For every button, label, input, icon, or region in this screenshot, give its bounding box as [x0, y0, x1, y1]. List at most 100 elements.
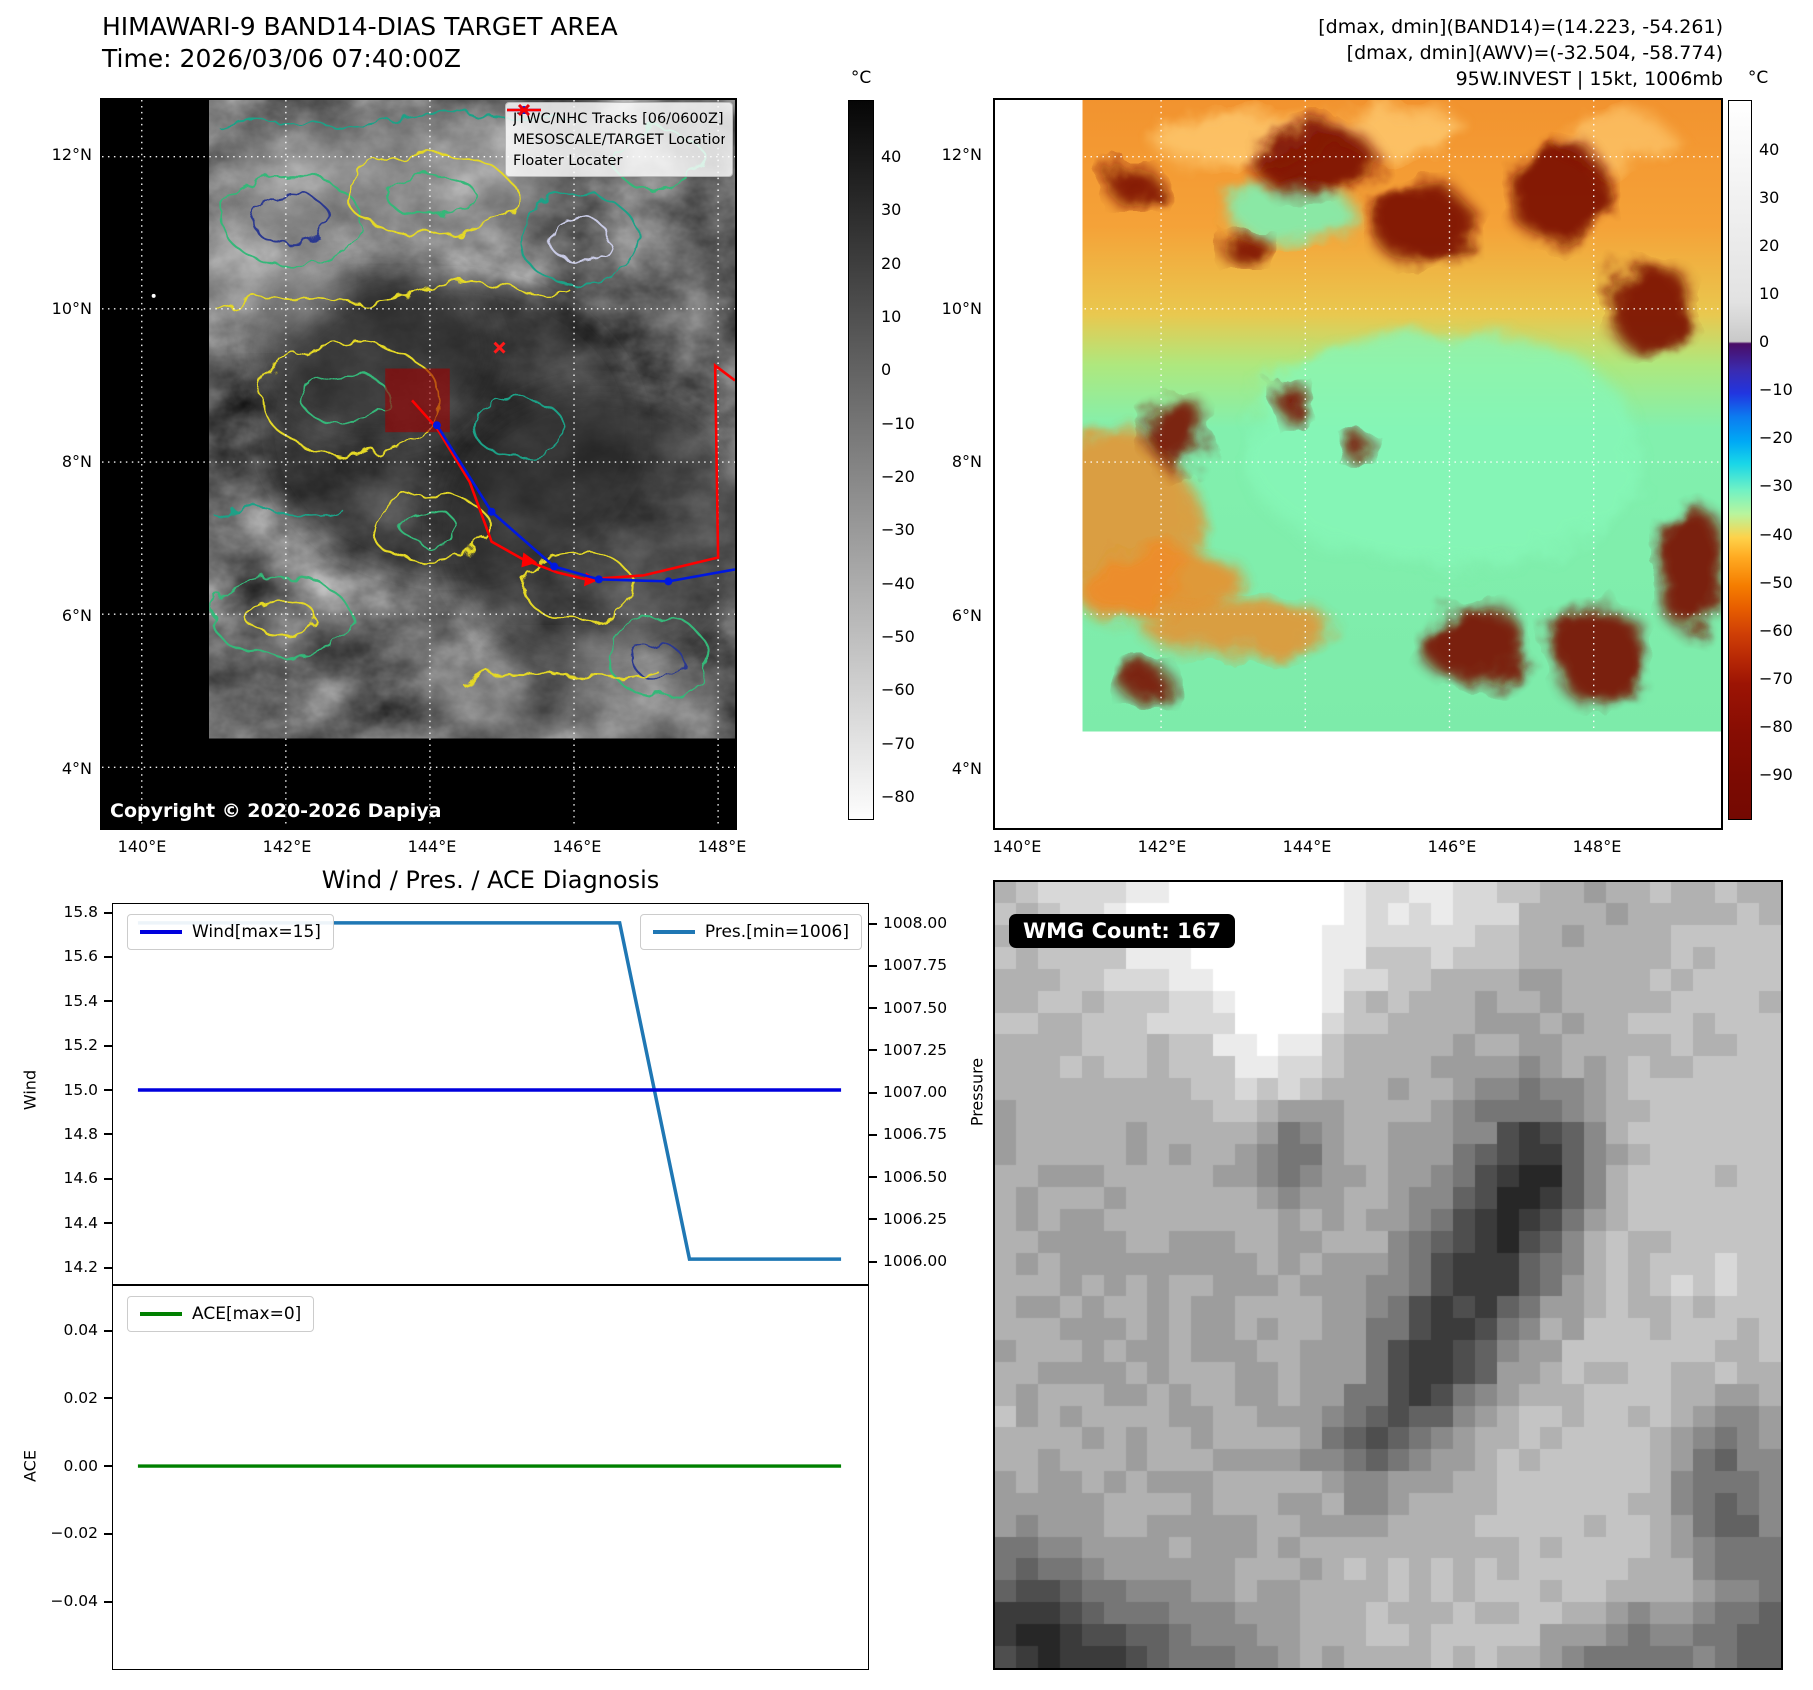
colorbar-tick-label: 40: [1759, 140, 1780, 159]
colorbar-tick-label: −80: [881, 786, 915, 806]
colorbar-tick-label: −60: [1759, 620, 1793, 640]
lon-tick-label: 144°E: [407, 837, 457, 856]
colorbar-tick-label: 30: [1759, 188, 1780, 208]
wind-tick-label: 15.2: [63, 1037, 112, 1054]
wind-legend-label: Wind[max=15]: [192, 922, 321, 942]
lon-tick-label: 142°E: [262, 837, 312, 856]
pressure-line-icon: [652, 930, 695, 934]
colorbar-tick-label: −60: [881, 680, 915, 700]
colorbar-tick-label: 20: [881, 253, 902, 273]
colorbar-tick-label: 30: [881, 200, 902, 220]
wmg-panel: WMG Count: 167: [993, 880, 1783, 1670]
lat-tick-label: 10°N: [51, 298, 92, 318]
colorbar-tick-label: −90: [1759, 764, 1793, 784]
colorbar-tick-label: −70: [881, 733, 915, 753]
lat-tick-label: 4°N: [61, 759, 92, 778]
pressure-tick-label: 1007.00: [869, 1084, 947, 1101]
awv-annotations: [dmax, dmin](BAND14)=(14.223, -54.261) [d…: [1318, 14, 1723, 92]
wind-legend: Wind[max=15]: [127, 914, 334, 950]
band14-lon-axis: 140°E 142°E 144°E 146°E 148°E: [110, 838, 754, 856]
wind-tick-label: 14.2: [63, 1259, 112, 1276]
lon-tick-label: 148°E: [1572, 837, 1622, 856]
pressure-tick-label: 1007.75: [869, 957, 947, 974]
awv-colorbar: [1728, 100, 1752, 820]
lat-tick-label: 10°N: [941, 298, 982, 318]
pressure-tick-label: 1006.25: [869, 1210, 947, 1228]
ace-axis-label: ACE: [20, 1450, 40, 1482]
ace-tick-label: 0.00: [63, 1457, 112, 1475]
lat-tick-label: 6°N: [61, 605, 92, 625]
wind-tick-label: 14.4: [63, 1214, 112, 1232]
band14-lat-axis: 12°N 10°N 8°N 6°N 4°N: [30, 98, 92, 830]
ace-legend-label: ACE[max=0]: [192, 1304, 302, 1324]
band14-panel-title: HIMAWARI-9 BAND14-DIAS TARGET AREA: [102, 12, 618, 41]
wind-axis-label: Wind: [20, 1069, 40, 1111]
pressure-axis-label: Pressure: [967, 1057, 987, 1127]
band14-colorbar: [848, 100, 874, 820]
pressure-tick-label: 1006.00: [869, 1253, 947, 1270]
wind-line-icon: [140, 930, 182, 934]
colorbar-tick-label: −30: [881, 520, 915, 540]
colorbar-tick-label: −50: [881, 626, 915, 646]
pressure-tick-label: 1008.00: [869, 915, 947, 932]
colorbar-tick-label: −50: [1759, 572, 1793, 592]
band14-imagery: [102, 100, 735, 828]
pressure-tick-label: 1007.25: [869, 1041, 947, 1059]
copyright-text: Copyright © 2020-2026 Dapiya: [110, 800, 442, 822]
band14-map: JTWC/NHC Tracks [06/0600Z] MESOSCALE/TAR…: [100, 98, 737, 830]
awv-lon-axis: 140°E 142°E 144°E 146°E 148°E: [985, 838, 1629, 856]
pressure-legend-label: Pres.[min=1006]: [704, 922, 849, 942]
colorbar-tick-label: −40: [881, 573, 915, 593]
wind-tick-label: 14.6: [63, 1170, 112, 1187]
ace-tick-label: −0.04: [51, 1593, 113, 1610]
ace-tick-label: 0.02: [63, 1389, 112, 1407]
wind-tick-label: 15.6: [63, 948, 112, 965]
annotation-line: 95W.INVEST | 15kt, 1006mb: [1455, 68, 1723, 90]
pressure-tick-label: 1006.50: [869, 1168, 947, 1186]
wind-tick-label: 14.8: [63, 1125, 112, 1143]
lon-tick-label: 140°E: [992, 837, 1042, 856]
colorbar-tick-label: 10: [1759, 284, 1780, 304]
mesoscale-target-box: [385, 368, 450, 433]
lat-tick-label: 12°N: [51, 145, 92, 164]
lat-tick-label: 8°N: [951, 452, 982, 471]
lat-tick-label: 8°N: [61, 452, 92, 471]
wind-tick-label: 15.0: [63, 1081, 112, 1099]
diagnosis-chart-title: Wind / Pres. / ACE Diagnosis: [321, 866, 660, 894]
colorbar-tick-label: 10: [881, 306, 902, 326]
lat-tick-label: 4°N: [951, 759, 982, 778]
wmg-imagery: [995, 882, 1781, 1668]
pressure-legend: Pres.[min=1006]: [639, 914, 862, 950]
ace-plot: [137, 1464, 842, 1468]
awv-colorbar-unit: °C: [1747, 68, 1769, 88]
lon-tick-label: 146°E: [552, 837, 602, 856]
lon-tick-label: 146°E: [1427, 837, 1477, 856]
wind-pressure-plot: [137, 921, 842, 1261]
colorbar-tick-label: −10: [1759, 380, 1793, 400]
pressure-tick-label: 1007.50: [869, 999, 947, 1017]
colorbar-tick-label: 0: [881, 360, 892, 380]
awv-map: [993, 98, 1723, 830]
lat-tick-label: 12°N: [941, 145, 982, 164]
wind-y-axis: 15.8 15.6 15.4 15.2 15.0 14.8 14.6 14.4 14.2: [40, 903, 112, 1285]
wind-pressure-chart: Wind[max=15] Pres.[min=1006]: [112, 903, 869, 1285]
colorbar-tick-label: 40: [881, 147, 902, 166]
wmg-count-badge: WMG Count: 167: [1009, 914, 1235, 948]
lat-tick-label: 6°N: [951, 605, 982, 625]
ace-y-axis: 0.04 0.02 0.00 −0.02 −0.04: [40, 1285, 112, 1670]
band14-colorbar-unit: °C: [850, 68, 872, 88]
awv-colorbar-ticks: 40 30 20 10 0 −10 −20 −30 −40 −50 −60 −70 −80 −90: [1759, 100, 1813, 820]
ace-tick-label: 0.04: [63, 1322, 112, 1339]
floater-line-icon: [507, 108, 541, 112]
legend-row-floater: Floater Locater: [507, 108, 725, 171]
ace-tick-label: −0.02: [51, 1525, 113, 1542]
colorbar-tick-label: −40: [1759, 524, 1793, 544]
colorbar-tick-label: −70: [1759, 668, 1793, 688]
colorbar-tick-label: −30: [1759, 476, 1793, 496]
colorbar-tick-label: −20: [881, 466, 915, 486]
colorbar-tick-label: −10: [881, 413, 915, 433]
lon-tick-label: 142°E: [1137, 837, 1187, 856]
wind-tick-label: 15.8: [63, 904, 112, 921]
ace-line-icon: [140, 1312, 182, 1316]
map-legend: JTWC/NHC Tracks [06/0600Z] MESOSCALE/TAR…: [505, 102, 733, 177]
